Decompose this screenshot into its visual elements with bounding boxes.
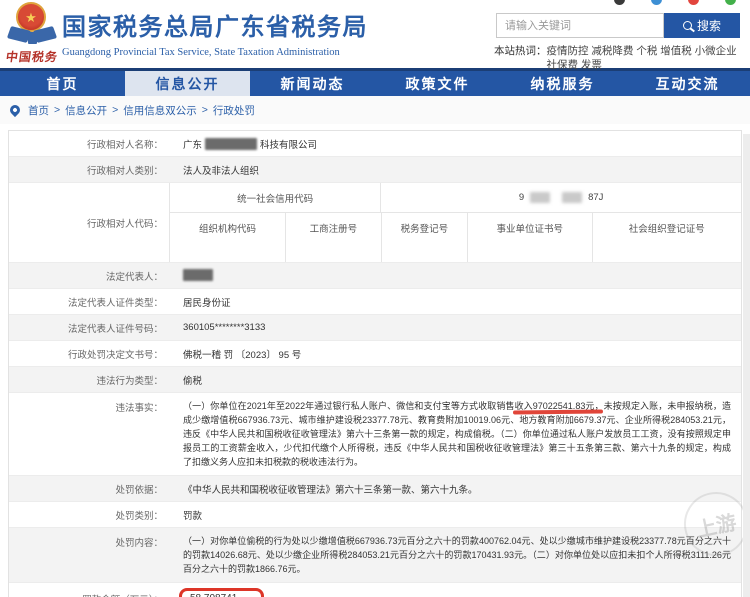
- site-title: 国家税务总局广东省税务局: [62, 14, 368, 41]
- search-icon: [682, 21, 692, 30]
- code-subtable: 统一社会信用代码 9 87J 组织机构代码 工商注册号 税务登记号 事业单位证书号…: [169, 183, 741, 262]
- row-label: 法定代表人证件号码：: [67, 323, 163, 335]
- row-label: 行政相对人类别：: [86, 165, 163, 177]
- party-name-suffix: 科技有限公司: [260, 139, 318, 151]
- facts-highlighted-amount: 收入97022541.83元: [514, 401, 595, 411]
- table-row-penalty-type: 处罚类别： 罚款: [9, 502, 741, 528]
- redacted-text: [183, 269, 213, 281]
- code-col-social-org: 社会组织登记证号: [628, 224, 705, 235]
- tab-home[interactable]: 首页: [0, 71, 125, 96]
- violation-type-value: 偷税: [183, 375, 203, 387]
- row-label: 行政相对人代码：: [86, 218, 163, 230]
- breadcrumb-separator: >: [54, 104, 61, 116]
- row-label: 违法行为类型：: [96, 375, 163, 387]
- search-bar: 搜索: [496, 13, 740, 38]
- scrollbar[interactable]: [743, 134, 750, 597]
- table-row-doc-number: 行政处罚决定文书号： 佛税一稽 罚 〔2023〕 95 号: [9, 341, 741, 367]
- uscc-value: 9 87J: [381, 183, 741, 212]
- hot-words: 本站热词： 疫情防控 减税降费 个税 增值税 小微企业 社保费 发票: [494, 44, 740, 72]
- facts-value: （一）你单位在2021年至2022年通过银行私人账户、微信和支付宝等方式收取销售…: [169, 393, 741, 475]
- party-category-value: 法人及非法人组织: [183, 165, 260, 177]
- table-row-codes: 行政相对人代码： 统一社会信用代码 9 87J 组织机构代码 工商注册号 税务登记…: [9, 183, 741, 263]
- search-button-label: 搜索: [696, 19, 721, 33]
- tax-bureau-logo: ★ 中国税务: [4, 2, 59, 65]
- facts-part1: （一）你单位在2021年至2022年通过银行私人账户、微信和支付宝等方式收取销售: [183, 401, 515, 411]
- logo-caption: 中国税务: [4, 50, 59, 64]
- location-pin-icon: [7, 102, 23, 118]
- code-col-business: 工商注册号: [286, 213, 382, 262]
- table-row-basis: 处罚依据： 《中华人民共和国税收征收管理法》第六十三条第一款、第六十九条。: [9, 476, 741, 502]
- row-label: 罚款金额（万元）：: [9, 592, 169, 597]
- tab-interaction[interactable]: 互动交流: [625, 71, 750, 96]
- breadcrumb-separator: >: [112, 104, 119, 116]
- id-number-value: 360105********3133: [183, 322, 266, 333]
- table-row-legal-rep: 法定代表人：: [9, 263, 741, 289]
- table-row-fine-amount: 罚款金额（万元）： 58.708741: [9, 583, 741, 597]
- table-row-penalty-content: 处罚内容： （一）对你单位偷税的行为处以少缴增值税667936.73元百分之六十…: [9, 528, 741, 583]
- row-label: 处罚类别：: [115, 510, 163, 522]
- row-label: 行政处罚决定文书号：: [67, 349, 163, 361]
- uscc-header: 统一社会信用代码: [170, 183, 382, 212]
- breadcrumb-home[interactable]: 首页: [28, 103, 49, 118]
- redacted-text: [205, 137, 258, 150]
- redacted-text: [562, 192, 583, 203]
- search-button[interactable]: 搜索: [664, 13, 740, 38]
- breadcrumb: 首页 > 信息公开 > 信用信息双公示 > 行政处罚: [0, 96, 750, 124]
- main-nav: 首页 信息公开 新闻动态 政策文件 纳税服务 互动交流: [0, 68, 750, 96]
- doc-number-value: 佛税一稽 罚 〔2023〕 95 号: [183, 349, 302, 361]
- uscc-prefix: 9: [518, 192, 525, 203]
- table-row-id-type: 法定代表人证件类型： 居民身份证: [9, 289, 741, 315]
- title-block: 国家税务总局广东省税务局 Guangdong Provincial Tax Se…: [62, 7, 368, 58]
- code-col-org: 组织机构代码: [170, 213, 286, 262]
- table-row-facts: 违法事实： （一）你单位在2021年至2022年通过银行私人账户、微信和支付宝等…: [9, 393, 741, 476]
- tab-policy[interactable]: 政策文件: [375, 71, 500, 96]
- breadcrumb-separator: >: [201, 104, 208, 116]
- accessibility-icon[interactable]: [614, 0, 625, 5]
- code-col-tax-reg: 税务登记号: [382, 213, 469, 262]
- id-type-value: 居民身份证: [183, 297, 231, 309]
- breadcrumb-info[interactable]: 信息公开: [65, 103, 107, 118]
- table-row-id-number: 法定代表人证件号码： 360105********3133: [9, 315, 741, 341]
- uscc-suffix: 87J: [588, 192, 604, 203]
- code-col-institution: 事业单位证书号: [468, 213, 593, 262]
- weibo-icon[interactable]: [651, 0, 662, 5]
- table-row-violation-type: 违法行为类型： 偷税: [9, 367, 741, 393]
- wechat-icon[interactable]: [688, 0, 699, 5]
- fine-amount-value: 58.708741: [169, 583, 741, 597]
- top-quick-links: [614, 0, 736, 5]
- tab-news[interactable]: 新闻动态: [250, 71, 375, 96]
- penalty-detail-table: 行政相对人名称： 广东 科技有限公司 行政相对人类别： 法人及非法人组织 行政相对…: [8, 130, 742, 597]
- site-header: ★ 中国税务 国家税务总局广东省税务局 Guangdong Provincial…: [0, 0, 750, 71]
- legal-rep-value: [169, 265, 741, 286]
- tab-tax-service[interactable]: 纳税服务: [500, 71, 625, 96]
- breadcrumb-credit[interactable]: 信用信息双公示: [123, 103, 197, 118]
- row-label: 行政相对人名称：: [86, 139, 163, 151]
- search-input[interactable]: [496, 13, 664, 38]
- hot-words-list[interactable]: 疫情防控 减税降费 个税 增值税 小微企业 社保费 发票: [547, 44, 741, 72]
- row-label: 处罚内容：: [115, 538, 163, 549]
- party-name-prefix: 广东: [183, 139, 203, 151]
- penalty-type-value: 罚款: [183, 510, 203, 522]
- redacted-text: [530, 192, 551, 203]
- party-name-value: 广东 科技有限公司: [169, 133, 741, 155]
- tab-info-disclosure[interactable]: 信息公开: [125, 71, 250, 96]
- national-tax-emblem-icon: ★: [6, 2, 58, 46]
- row-label: 法定代表人：: [105, 271, 163, 283]
- table-row-name: 行政相对人名称： 广东 科技有限公司: [9, 131, 741, 157]
- row-label: 违法事实：: [115, 403, 163, 414]
- fine-amount-red-box: 58.708741: [179, 588, 265, 597]
- site-subtitle-en: Guangdong Provincial Tax Service, State …: [62, 47, 340, 58]
- basis-value: 《中华人民共和国税收征收管理法》第六十三条第一款、第六十九条。: [183, 484, 478, 496]
- row-label: 法定代表人证件类型：: [67, 297, 163, 309]
- app-icon[interactable]: [725, 0, 736, 5]
- hot-words-label: 本站热词：: [494, 45, 547, 57]
- penalty-content-value: （一）对你单位偷税的行为处以少缴增值税667936.73元百分之六十的罚款400…: [183, 536, 731, 574]
- row-label: 处罚依据：: [115, 484, 163, 496]
- table-row-category: 行政相对人类别： 法人及非法人组织: [9, 157, 741, 183]
- breadcrumb-penalty[interactable]: 行政处罚: [213, 103, 255, 118]
